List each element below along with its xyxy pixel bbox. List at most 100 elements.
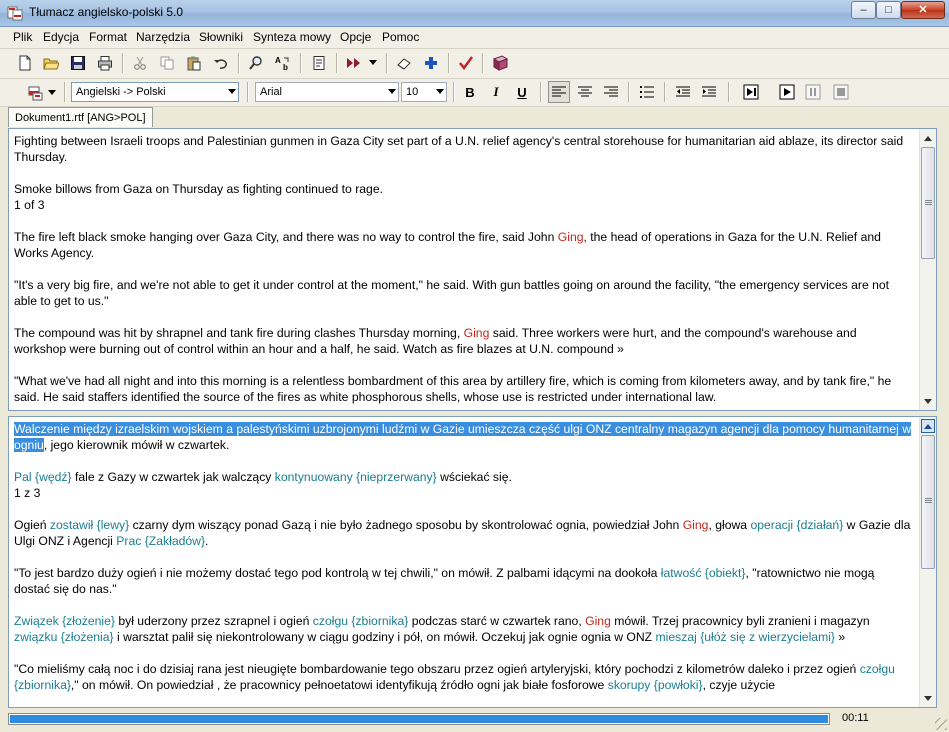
- open-folder-icon: [43, 58, 59, 70]
- scroll-up-button[interactable]: [921, 419, 935, 433]
- alternative-word[interactable]: mieszaj {ułóż się z wierzycielami}: [656, 630, 836, 644]
- translation-direction-select[interactable]: Angielski -> Polski: [71, 82, 239, 102]
- translation-paragraph: "To jest bardzo duży ogień i nie możemy …: [14, 565, 912, 597]
- translation-paragraph: "Co mieliśmy całą noc i do dzisiaj rana …: [14, 661, 912, 693]
- align-center-button[interactable]: [574, 81, 596, 103]
- scroll-down-button[interactable]: [921, 394, 935, 408]
- tab-document1[interactable]: Dokument1.rtf [ANG>POL]: [8, 107, 153, 127]
- stop-icon: [833, 84, 849, 100]
- translation-sentence: »: [835, 630, 846, 644]
- translation-sentence: mówił. Trzej pracownicy byli zranieni i …: [610, 614, 870, 628]
- indent-button[interactable]: [698, 81, 720, 103]
- translate-dropdown-button[interactable]: [366, 52, 380, 74]
- check-button[interactable]: [455, 52, 477, 74]
- source-scrollbar[interactable]: [919, 129, 936, 410]
- stop-button[interactable]: [830, 81, 852, 103]
- minimize-button[interactable]: –: [851, 1, 876, 19]
- alternative-word[interactable]: skorupy {powłoki}: [608, 678, 703, 692]
- alternative-word[interactable]: łatwość {obiekt}: [661, 566, 746, 580]
- language-flag-button[interactable]: [24, 82, 46, 104]
- menu-slowniki[interactable]: Słowniki: [199, 30, 243, 44]
- translation-sentence: wściekać się.: [436, 470, 512, 484]
- bullets-button[interactable]: [636, 81, 658, 103]
- paste-button[interactable]: [183, 52, 205, 74]
- document-tabs: Dokument1.rtf [ANG>POL]: [0, 107, 949, 127]
- align-left-button[interactable]: [548, 81, 570, 103]
- alternative-word[interactable]: Pal {wędź}: [14, 470, 72, 484]
- scroll-thumb[interactable]: [921, 147, 935, 259]
- alternative-word[interactable]: operacji {działań}: [750, 518, 843, 532]
- menu-opcje[interactable]: Opcje: [340, 30, 371, 44]
- font-family-value: Arial: [260, 86, 283, 98]
- bold-button[interactable]: B: [459, 81, 481, 103]
- toolbar-separator: [540, 82, 542, 102]
- undo-button[interactable]: [210, 52, 232, 74]
- print-icon: [98, 56, 112, 71]
- replace-icon: Ab: [275, 56, 289, 71]
- alternative-word[interactable]: kontynuowany {nieprzerwany}: [275, 470, 437, 484]
- menu-edycja[interactable]: Edycja: [43, 30, 79, 44]
- source-paragraph: The compound was hit by shrapnel and tan…: [14, 325, 912, 357]
- translation-sentence: 1 z 3: [14, 486, 41, 500]
- paste-icon: [187, 56, 201, 71]
- eraser-button[interactable]: [393, 52, 415, 74]
- toolbar-separator: [247, 82, 249, 102]
- translation-scrollbar[interactable]: [919, 417, 936, 707]
- toolbar-separator: [728, 82, 730, 102]
- print-button[interactable]: [94, 52, 116, 74]
- open-button[interactable]: [40, 52, 62, 74]
- bullets-icon: [640, 86, 654, 98]
- chevron-down-icon: [924, 695, 932, 701]
- alternative-word[interactable]: czołgu {zbiornika}: [313, 614, 409, 628]
- save-button[interactable]: [67, 52, 89, 74]
- translation-sentence: podczas starć w czwartek rano,: [408, 614, 586, 628]
- maximize-button[interactable]: □: [876, 1, 901, 19]
- menu-plik[interactable]: Plik: [13, 30, 32, 44]
- alternative-word[interactable]: związku {złożenia}: [14, 630, 114, 644]
- font-size-select[interactable]: 10: [401, 82, 447, 102]
- chevron-up-icon: [924, 135, 932, 141]
- replace-button[interactable]: Ab: [272, 52, 294, 74]
- copy-button[interactable]: [156, 52, 178, 74]
- alternative-word[interactable]: Związek {złożenie}: [14, 614, 115, 628]
- menu-format[interactable]: Format: [89, 30, 127, 44]
- toolbar-separator: [482, 53, 484, 73]
- close-button[interactable]: ✕: [901, 1, 945, 19]
- window-title: Tłumacz angielsko-polski 5.0: [29, 5, 184, 19]
- unknown-word: Ging: [585, 614, 611, 628]
- translation-text-pane[interactable]: Walczenie między izraelskim wojskiem a p…: [8, 416, 937, 708]
- find-button[interactable]: [245, 52, 267, 74]
- dictionary-lookup-button[interactable]: [308, 52, 330, 74]
- scroll-thumb[interactable]: [921, 435, 935, 569]
- scroll-up-button[interactable]: [921, 131, 935, 145]
- source-paragraph: The fire left black smoke hanging over G…: [14, 229, 912, 261]
- source-paragraph: Smoke billows from Gaza on Thursday as f…: [14, 181, 912, 213]
- translation-progress-bar: [8, 713, 830, 725]
- menu-synteza-mowy[interactable]: Synteza mowy: [253, 30, 331, 44]
- new-document-button[interactable]: [14, 52, 36, 74]
- pause-button[interactable]: [802, 81, 824, 103]
- play-from-start-button[interactable]: [740, 81, 762, 103]
- align-right-button[interactable]: [600, 81, 622, 103]
- alternative-word[interactable]: Prac {Zakładów}: [116, 534, 205, 548]
- add-button[interactable]: [420, 52, 442, 74]
- font-family-select[interactable]: Arial: [255, 82, 399, 102]
- translation-text[interactable]: Walczenie między izraelskim wojskiem a p…: [14, 421, 912, 693]
- outdent-button[interactable]: [672, 81, 694, 103]
- menu-pomoc[interactable]: Pomoc: [382, 30, 419, 44]
- cut-button[interactable]: [129, 52, 151, 74]
- alternative-word[interactable]: zostawił {lewy}: [50, 518, 129, 532]
- italic-button[interactable]: I: [485, 81, 507, 103]
- language-flag-dropdown[interactable]: [45, 82, 59, 104]
- translate-button[interactable]: [343, 52, 365, 74]
- book-button[interactable]: [489, 52, 511, 74]
- resize-grip[interactable]: [935, 718, 947, 730]
- source-text-pane[interactable]: Fighting between Israeli troops and Pale…: [8, 128, 937, 411]
- underline-button[interactable]: U: [511, 81, 533, 103]
- menu-narzedzia[interactable]: Narzędzia: [136, 30, 190, 44]
- align-right-icon: [604, 86, 618, 97]
- unknown-word: Ging: [557, 230, 584, 244]
- source-text[interactable]: Fighting between Israeli troops and Pale…: [14, 133, 912, 405]
- scroll-down-button[interactable]: [921, 691, 935, 705]
- play-button[interactable]: [776, 81, 798, 103]
